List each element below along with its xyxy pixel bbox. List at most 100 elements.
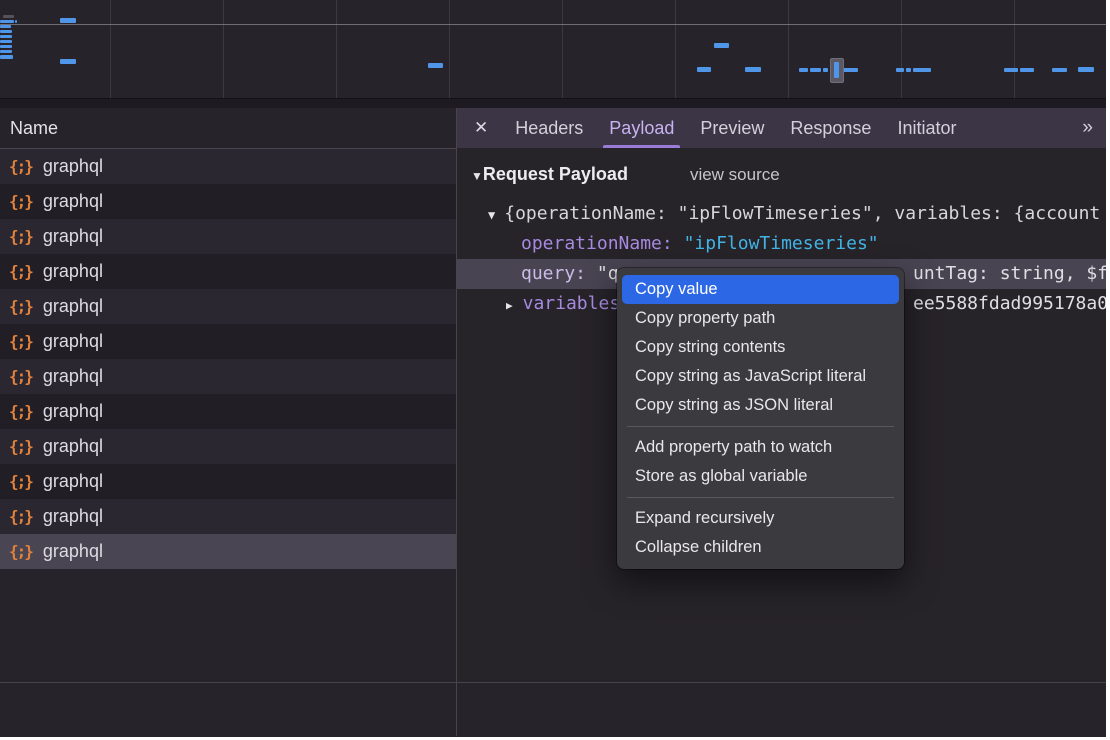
waterfall-bar	[60, 59, 76, 64]
json-braces-icon: {;}	[9, 332, 34, 351]
request-name-label: graphql	[43, 296, 103, 317]
json-braces-icon: {;}	[9, 262, 34, 281]
property-value-right-fragment: untTag: string, $f	[913, 259, 1106, 289]
section-expander-icon[interactable]: ▼	[471, 169, 483, 183]
context-menu: Copy valueCopy property pathCopy string …	[617, 268, 904, 569]
json-braces-icon: {;}	[9, 402, 34, 421]
panel-split-handle[interactable]	[456, 108, 457, 736]
overview-gridline	[110, 0, 111, 108]
waterfall-bar	[428, 63, 443, 68]
request-row[interactable]: {;} graphql	[0, 394, 456, 429]
tab-headers[interactable]: Headers	[502, 108, 596, 148]
overview-gridline	[901, 0, 902, 108]
json-braces-icon: {;}	[9, 227, 34, 246]
menu-item-copy-property-path[interactable]: Copy property path	[622, 304, 899, 333]
waterfall-bar	[843, 68, 858, 72]
waterfall-bar	[0, 45, 12, 48]
overview-gridline	[788, 0, 789, 108]
waterfall-bar	[823, 68, 828, 72]
waterfall-bar	[0, 35, 12, 38]
request-row[interactable]: {;}graphql	[0, 429, 456, 464]
waterfall-bar	[906, 68, 911, 72]
close-icon[interactable]: ✕	[457, 118, 502, 138]
more-tabs-icon[interactable]: »	[1082, 117, 1106, 139]
tabs-container: HeadersPayloadPreviewResponseInitiator	[502, 108, 969, 148]
network-overview-timeline[interactable]	[0, 0, 1106, 109]
section-title: Request Payload	[483, 164, 628, 185]
waterfall-bar	[0, 55, 13, 59]
waterfall-bar	[810, 68, 821, 72]
overview-selected-marker	[830, 58, 844, 83]
tree-row-operation-name[interactable]: operationName: "ipFlowTimeseries"	[457, 229, 1106, 259]
expander-icon[interactable]: ▼	[488, 208, 495, 222]
requests-list: {;} graphql {;} graphql {;} graphql {;} graphql…	[0, 149, 456, 569]
property-key: query:	[521, 263, 586, 284]
expander-icon[interactable]: ▶	[506, 299, 513, 312]
waterfall-bar	[0, 25, 11, 28]
property-key: variables	[523, 293, 621, 314]
tab-initiator[interactable]: Initiator	[884, 108, 969, 148]
json-braces-icon: {;}	[9, 157, 34, 176]
waterfall-bar	[15, 20, 17, 23]
request-name-label: graphql	[43, 401, 103, 422]
details-tab-bar: ✕ HeadersPayloadPreviewResponseInitiator…	[457, 108, 1106, 148]
overview-gridline	[336, 0, 337, 108]
requests-panel: Name {;}graphql{;}graphql{;}graphql{;}gr…	[0, 108, 456, 682]
waterfall-bar	[896, 68, 904, 72]
menu-item-copy-string-contents[interactable]: Copy string contents	[622, 333, 899, 362]
request-name-label: graphql	[43, 226, 103, 247]
menu-item-copy-string-as-json-literal[interactable]: Copy string as JSON literal	[622, 391, 899, 420]
request-row[interactable]: {;}graphql	[0, 254, 456, 289]
waterfall-bar	[1020, 68, 1034, 72]
waterfall-bar	[913, 68, 931, 72]
waterfall-bar	[3, 15, 14, 18]
tree-row-root[interactable]: ▼ {operationName: "ipFlowTimeseries", var…	[457, 199, 1106, 229]
request-row[interactable]: {;}graphql	[0, 289, 456, 324]
waterfall-bar	[0, 50, 12, 53]
summary-footer	[0, 682, 1106, 737]
request-name-label: graphql	[43, 506, 103, 527]
root-object-preview: {operationName: "ipFlowTimeseries", vari…	[504, 203, 1100, 224]
menu-divider	[627, 426, 894, 427]
request-row[interactable]: {;} graphql	[0, 499, 456, 534]
request-row[interactable]: {;} graphql	[0, 184, 456, 219]
waterfall-bar	[834, 62, 839, 78]
request-name-label: graphql	[43, 436, 103, 457]
menu-item-copy-string-as-javascript-literal[interactable]: Copy string as JavaScript literal	[622, 362, 899, 391]
request-name-label: graphql	[43, 471, 103, 492]
overview-divider-line	[0, 24, 1106, 25]
view-source-link[interactable]: view source	[690, 165, 780, 185]
devtools-window: Name {;}graphql{;}graphql{;}graphql{;}gr…	[0, 0, 1106, 736]
name-column-header[interactable]: Name	[0, 108, 456, 149]
tab-payload[interactable]: Payload	[596, 108, 687, 148]
json-braces-icon: {;}	[9, 192, 34, 211]
waterfall-bar	[745, 67, 761, 72]
request-row[interactable]: {;} graphql	[0, 219, 456, 254]
request-name-label: graphql	[43, 191, 103, 212]
request-name-label: graphql	[43, 366, 103, 387]
menu-item-add-property-path-to-watch[interactable]: Add property path to watch	[622, 433, 899, 462]
waterfall-bar	[0, 20, 14, 23]
request-row[interactable]: {;}graphql	[0, 359, 456, 394]
request-row[interactable]: {;}graphql	[0, 149, 456, 184]
json-braces-icon: {;}	[9, 507, 34, 526]
request-row[interactable]: {;}graphql	[0, 534, 456, 569]
overview-gridline	[1014, 0, 1015, 108]
property-value: "ipFlowTimeseries"	[684, 233, 879, 254]
request-row[interactable]: {;} graphql	[0, 464, 456, 499]
menu-item-copy-value[interactable]: Copy value	[622, 275, 899, 304]
menu-item-collapse-children[interactable]: Collapse children	[622, 533, 899, 562]
tab-response[interactable]: Response	[777, 108, 884, 148]
waterfall-bar	[697, 67, 711, 72]
tab-preview[interactable]: Preview	[687, 108, 777, 148]
request-row[interactable]: {;} graphql	[0, 324, 456, 359]
overview-gridline	[675, 0, 676, 108]
waterfall-bar	[1004, 68, 1018, 72]
waterfall-bar	[1078, 67, 1094, 72]
menu-item-expand-recursively[interactable]: Expand recursively	[622, 504, 899, 533]
menu-item-store-as-global-variable[interactable]: Store as global variable	[622, 462, 899, 491]
json-braces-icon: {;}	[9, 472, 34, 491]
waterfall-bar	[1052, 68, 1067, 72]
request-name-label: graphql	[43, 331, 103, 352]
property-preview-right-fragment: ee5588fdad995178a0	[913, 289, 1106, 319]
